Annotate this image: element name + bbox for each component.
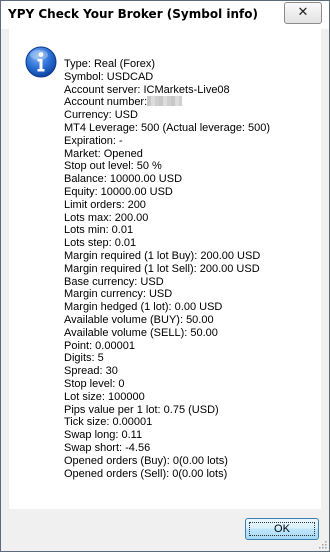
info-line-market: Market: Opened: [64, 147, 143, 160]
info-line-point: Point: 0.00001: [64, 339, 135, 352]
message-area: Type: Real (Forex) Symbol: USDCAD Accoun…: [9, 29, 321, 509]
info-line-type: Type: Real (Forex): [64, 58, 156, 70]
focus-rect: [249, 522, 315, 536]
info-line-lots-max: Lots max: 200.00: [64, 211, 149, 224]
info-line-symbol: Symbol: USDCAD: [64, 70, 154, 83]
close-button[interactable]: ✕: [284, 2, 322, 24]
info-line-equity: Equity: 10000.00 USD: [64, 185, 173, 198]
info-line-margin-sell: Margin required (1 lot Sell): 200.00 USD: [64, 262, 260, 275]
resize-grip-icon[interactable]: [317, 539, 327, 549]
close-icon: ✕: [297, 5, 309, 20]
info-line-balance: Balance: 10000.00 USD: [64, 173, 183, 186]
button-bar: OK: [9, 509, 321, 545]
info-line-stop-level: Stop level: 0: [64, 377, 125, 390]
info-line-swap-long: Swap long: 0.11: [64, 429, 143, 442]
account-number-label: Account number:: [64, 96, 148, 109]
title-bar[interactable]: YPY Check Your Broker (Symbol info) ✕: [1, 1, 329, 29]
ok-button[interactable]: OK: [245, 518, 319, 540]
info-line-limit-orders: Limit orders: 200: [64, 198, 146, 211]
info-line-account-number: Account number:: [64, 96, 316, 109]
info-line-margin-currency: Margin currency: USD: [64, 288, 173, 301]
info-line-stop-out-level: Stop out level: 50 %: [64, 160, 162, 173]
info-line-leverage: MT4 Leverage: 500 (Actual leverage: 500): [64, 121, 271, 134]
info-line-swap-short: Swap short: -4.56: [64, 441, 151, 454]
info-line-tick-size: Tick size: 0.00001: [64, 416, 153, 429]
info-line-account-server: Account server: ICMarkets-Live08: [64, 83, 230, 96]
info-line-opened-sell: Opened orders (Sell): 0(0.00 lots): [64, 467, 228, 480]
info-line-available-sell: Available volume (SELL): 50.00: [64, 326, 218, 339]
info-line-margin-buy: Margin required (1 lot Buy): 200.00 USD: [64, 249, 261, 262]
info-line-pips-value: Pips value per 1 lot: 0.75 (USD): [64, 403, 219, 416]
info-line-lots-step: Lots step: 0.01: [64, 237, 137, 250]
info-line-lot-size: Lot size: 100000: [64, 390, 145, 403]
info-line-margin-hedged: Margin hedged (1 lot): 0.00 USD: [64, 301, 223, 314]
info-line-digits: Digits: 5: [64, 352, 104, 365]
dialog-window: YPY Check Your Broker (Symbol info) ✕ Ty…: [0, 0, 330, 552]
info-icon: [25, 46, 57, 78]
info-line-lots-min: Lots min: 0.01: [64, 224, 134, 237]
info-line-spread: Spread: 30: [64, 365, 118, 378]
symbol-info-list: Type: Real (Forex) Symbol: USDCAD Accoun…: [64, 58, 316, 480]
info-line-currency: Currency: USD: [64, 109, 138, 122]
info-line-base-currency: Base currency: USD: [64, 275, 164, 288]
info-line-expiration: Expiration: -: [64, 134, 123, 147]
window-title: YPY Check Your Broker (Symbol info): [8, 7, 258, 21]
info-line-opened-buy: Opened orders (Buy): 0(0.00 lots): [64, 454, 228, 467]
info-line-available-buy: Available volume (BUY): 50.00: [64, 313, 214, 326]
redacted-account-number: [147, 96, 183, 107]
